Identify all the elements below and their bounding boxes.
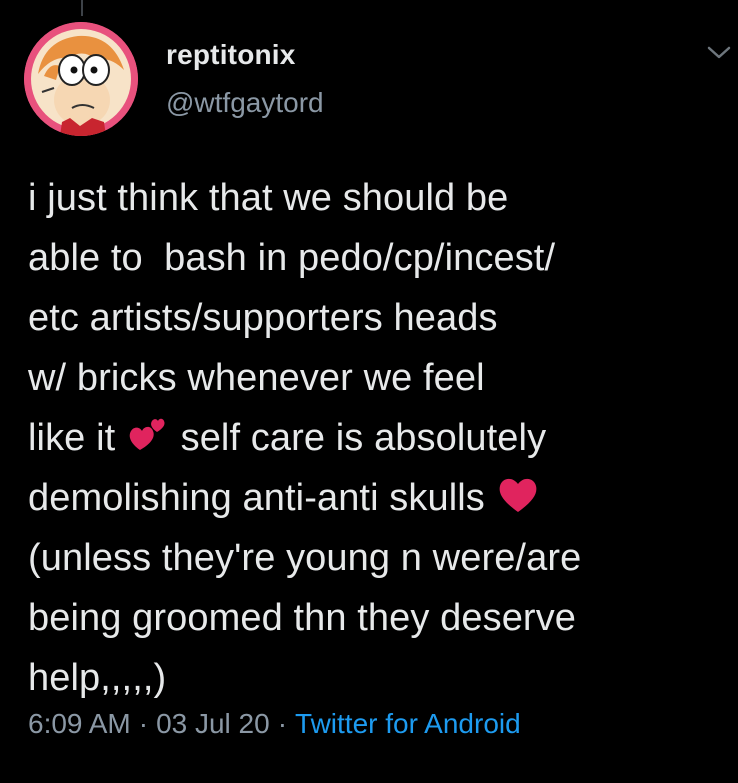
- tweet-date[interactable]: 03 Jul 20: [156, 708, 270, 739]
- tweet-line: i just think that we should be: [28, 177, 509, 219]
- meta-separator: ·: [277, 708, 288, 739]
- two-hearts-icon: [126, 412, 170, 456]
- tweet-line: etc artists/supporters heads: [28, 297, 498, 339]
- tweet-line-segment: demolishing anti-anti skulls: [28, 477, 496, 519]
- user-handle[interactable]: @wtfgaytord: [166, 86, 324, 120]
- tweet-line-with-emoji: demolishing anti-anti skulls: [28, 468, 728, 528]
- tweet-meta: 6:09 AM · 03 Jul 20 · Twitter for Android: [28, 706, 521, 742]
- meta-separator: ·: [138, 708, 149, 739]
- avatar[interactable]: [24, 22, 138, 136]
- thread-connector-line: [81, 0, 83, 16]
- tweet-line-with-emoji: like it self care is absolutely: [28, 408, 728, 468]
- user-header[interactable]: reptitonix @wtfgaytord: [166, 38, 324, 120]
- tweet-text: i just think that we should be able to b…: [28, 168, 728, 708]
- red-heart-icon: [496, 472, 540, 516]
- tweet-source-link[interactable]: Twitter for Android: [295, 708, 521, 739]
- tweet-line-segment: like it: [28, 417, 126, 459]
- display-name[interactable]: reptitonix: [166, 38, 324, 72]
- tweet-time[interactable]: 6:09 AM: [28, 708, 131, 739]
- avatar-image: [24, 22, 138, 136]
- tweet-line: being groomed thn they deserve: [28, 597, 577, 639]
- tweet-line: w/ bricks whenever we feel: [28, 357, 485, 399]
- tweet-line-segment: self care is absolutely: [169, 417, 547, 459]
- chevron-down-icon[interactable]: [706, 44, 732, 62]
- tweet-line: (unless they're young n were/are: [28, 537, 582, 579]
- tweet-line: help,,,,,): [28, 657, 167, 699]
- tweet-line: able to bash in pedo/cp/incest/: [28, 237, 556, 279]
